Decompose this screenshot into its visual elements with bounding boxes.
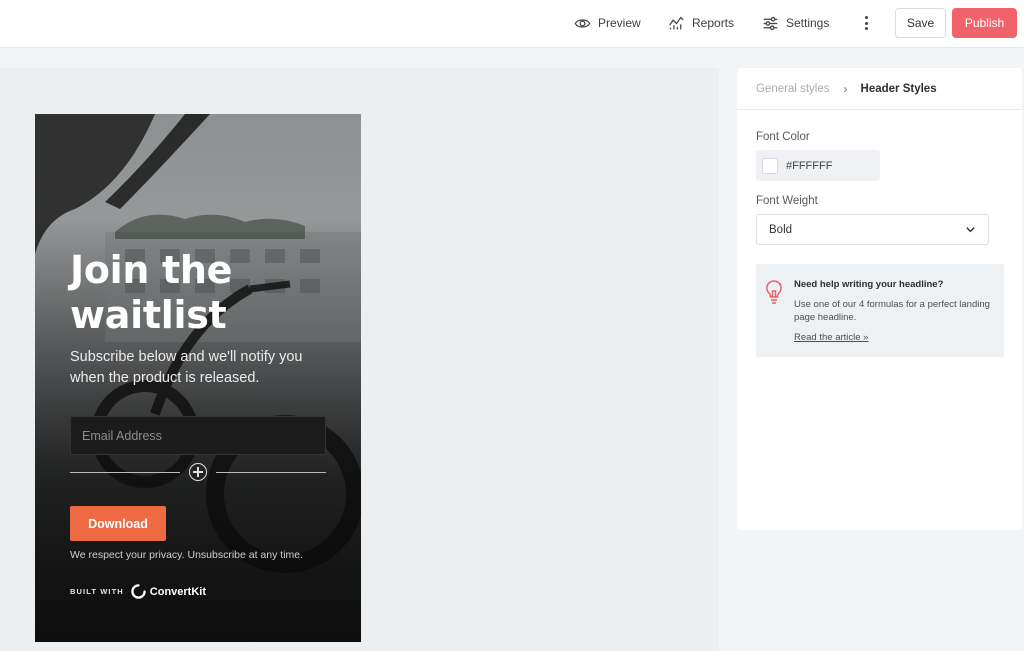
settings-label: Settings [786, 16, 830, 30]
publish-button[interactable]: Publish [952, 8, 1017, 38]
preview-button[interactable]: Preview [574, 0, 641, 46]
built-with-badge[interactable]: BUILT WITH ConvertKit [70, 584, 206, 599]
help-text: Use one of our 4 formulas for a perfect … [794, 299, 990, 323]
more-options-icon[interactable] [858, 13, 874, 33]
breadcrumb-header-styles: Header Styles [860, 82, 937, 95]
font-color-label: Font Color [756, 131, 810, 143]
reports-button[interactable]: Reports [668, 0, 734, 46]
divider-left [70, 472, 180, 473]
convertkit-logo-icon [131, 584, 146, 599]
style-panel: General styles › Header Styles Font Colo… [737, 68, 1022, 530]
privacy-text[interactable]: We respect your privacy. Unsubscribe at … [70, 549, 303, 561]
reports-label: Reports [692, 16, 735, 30]
breadcrumb: General styles › Header Styles [737, 68, 1022, 110]
page-subtext[interactable]: Subscribe below and we'll notify you whe… [70, 347, 330, 389]
sliders-icon [763, 16, 778, 30]
breadcrumb-chevron-icon: › [843, 81, 848, 96]
help-title: Need help writing your headline? [794, 279, 944, 290]
font-weight-label: Font Weight [756, 195, 818, 207]
headline-help-box: Need help writing your headline? Use one… [756, 264, 1004, 357]
read-article-link[interactable]: Read the article » [794, 332, 868, 343]
divider-right [216, 472, 326, 473]
email-input[interactable] [70, 416, 326, 455]
font-weight-select[interactable]: Bold [756, 214, 989, 245]
page-headline[interactable]: Join the waitlist [70, 248, 350, 338]
download-button[interactable]: Download [70, 506, 166, 541]
eye-icon [574, 18, 591, 28]
save-button[interactable]: Save [895, 8, 946, 38]
landing-page-preview: Join the waitlist Subscribe below and we… [35, 114, 361, 642]
font-weight-value: Bold [769, 223, 793, 236]
font-color-value[interactable]: #FFFFFF [786, 160, 832, 172]
built-with-label: BUILT WITH [70, 587, 124, 596]
font-color-picker[interactable]: #FFFFFF [756, 150, 880, 181]
lightbulb-icon [766, 280, 782, 304]
top-toolbar: Preview Reports Settings Save Publish [0, 0, 1024, 48]
color-swatch[interactable] [762, 157, 778, 174]
add-field-icon[interactable] [189, 463, 207, 481]
chart-icon [669, 16, 684, 29]
convertkit-logo: ConvertKit [131, 584, 206, 599]
breadcrumb-general-styles[interactable]: General styles [756, 83, 830, 95]
convertkit-brand-name: ConvertKit [149, 585, 207, 598]
settings-button[interactable]: Settings [762, 0, 829, 46]
preview-label: Preview [598, 16, 641, 30]
chevron-down-icon [966, 227, 975, 233]
